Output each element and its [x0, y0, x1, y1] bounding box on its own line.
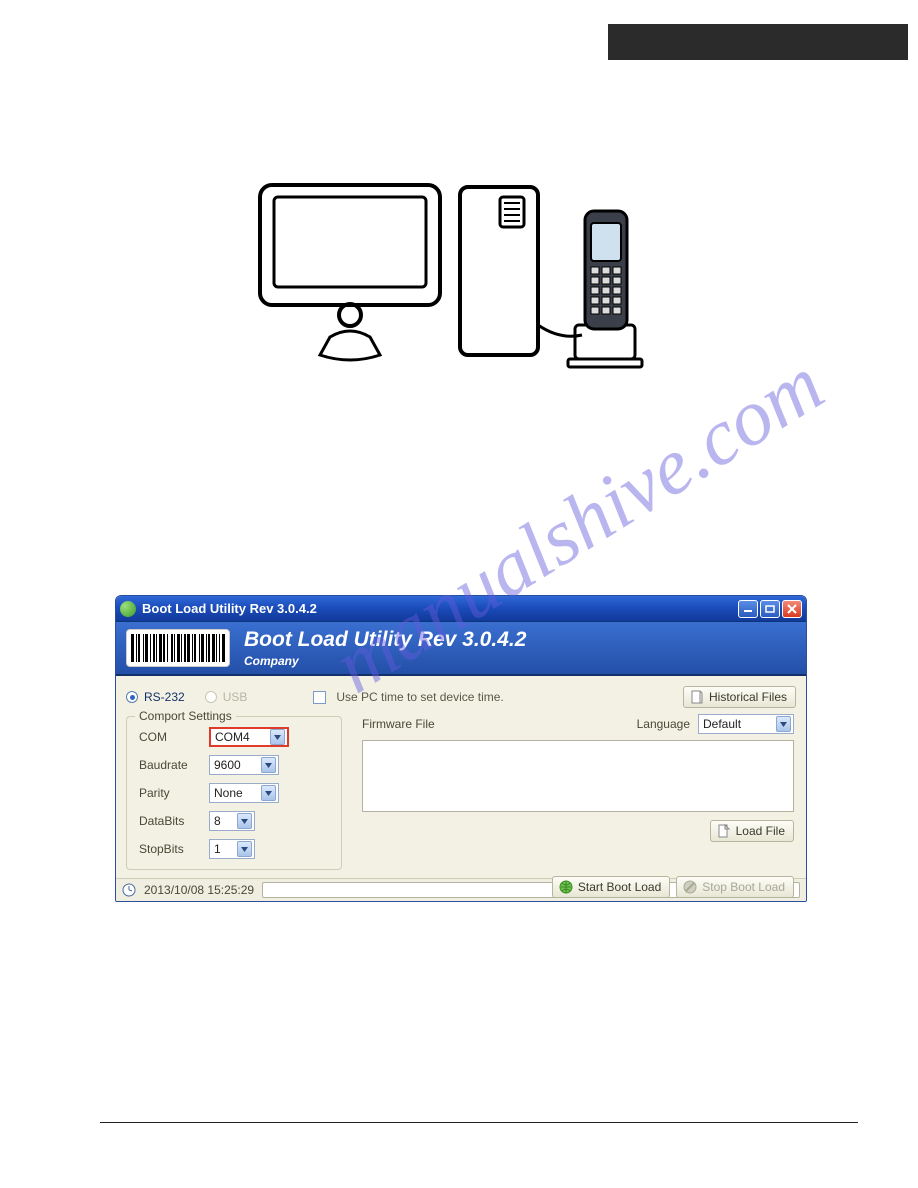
radio-usb[interactable]: [205, 691, 217, 703]
chevron-down-icon: [261, 785, 276, 801]
chevron-down-icon: [261, 757, 276, 773]
databits-select[interactable]: 8: [209, 811, 255, 831]
com-value: COM4: [215, 730, 250, 744]
baudrate-value: 9600: [214, 758, 241, 772]
databits-value: 8: [214, 814, 221, 828]
clock-icon: [122, 883, 136, 897]
use-pc-time-checkbox[interactable]: [313, 691, 326, 704]
banner: Boot Load Utility Rev 3.0.4.2 Company: [116, 622, 806, 676]
start-boot-load-label: Start Boot Load: [578, 880, 661, 894]
barcode-icon: [126, 629, 230, 667]
baudrate-label: Baudrate: [139, 758, 201, 772]
file-icon: [717, 824, 731, 838]
language-value: Default: [703, 717, 741, 731]
stop-boot-load-label: Stop Boot Load: [702, 880, 785, 894]
load-file-button[interactable]: Load File: [710, 820, 794, 842]
comport-legend: Comport Settings: [135, 709, 236, 723]
language-select[interactable]: Default: [698, 714, 794, 734]
page-rule: [100, 1122, 858, 1123]
app-window: Boot Load Utility Rev 3.0.4.2: [115, 595, 807, 902]
firmware-file-textarea[interactable]: [362, 740, 794, 812]
chevron-down-icon: [776, 716, 791, 732]
stopbits-label: StopBits: [139, 842, 201, 856]
stop-icon: [683, 880, 697, 894]
com-label: COM: [139, 730, 201, 744]
window-title: Boot Load Utility Rev 3.0.4.2: [142, 601, 738, 616]
firmware-file-label: Firmware File: [362, 717, 435, 731]
maximize-button[interactable]: [760, 600, 780, 618]
chevron-down-icon: [237, 813, 252, 829]
load-file-label: Load File: [736, 824, 785, 838]
status-time: 2013/10/08 15:25:29: [144, 883, 254, 897]
parity-label: Parity: [139, 786, 201, 800]
radio-rs232-label: RS-232: [144, 690, 185, 704]
banner-subtitle: Company: [244, 654, 526, 668]
stopbits-value: 1: [214, 842, 221, 856]
stop-boot-load-button[interactable]: Stop Boot Load: [676, 876, 794, 898]
radio-rs232[interactable]: [126, 691, 138, 703]
language-label: Language: [637, 717, 690, 731]
file-icon: [690, 690, 704, 704]
baudrate-select[interactable]: 9600: [209, 755, 279, 775]
chevron-down-icon: [237, 841, 252, 857]
globe-icon: [559, 880, 573, 894]
parity-select[interactable]: None: [209, 783, 279, 803]
historical-files-button[interactable]: Historical Files: [683, 686, 796, 708]
com-select[interactable]: COM4: [209, 727, 289, 747]
equipment-illustration: [240, 175, 680, 385]
use-pc-time-label: Use PC time to set device time.: [336, 690, 503, 704]
app-icon: [120, 601, 136, 617]
stopbits-select[interactable]: 1: [209, 839, 255, 859]
parity-value: None: [214, 786, 243, 800]
page-header-bar: [608, 24, 908, 60]
banner-title: Boot Load Utility Rev 3.0.4.2: [244, 628, 526, 652]
titlebar[interactable]: Boot Load Utility Rev 3.0.4.2: [116, 596, 806, 622]
databits-label: DataBits: [139, 814, 201, 828]
chevron-down-icon: [270, 729, 285, 745]
start-boot-load-button[interactable]: Start Boot Load: [552, 876, 670, 898]
minimize-button[interactable]: [738, 600, 758, 618]
close-button[interactable]: [782, 600, 802, 618]
historical-files-label: Historical Files: [709, 690, 787, 704]
comport-settings-group: Comport Settings COM COM4 Baudrate 9600 …: [126, 716, 342, 870]
radio-usb-label: USB: [223, 690, 248, 704]
